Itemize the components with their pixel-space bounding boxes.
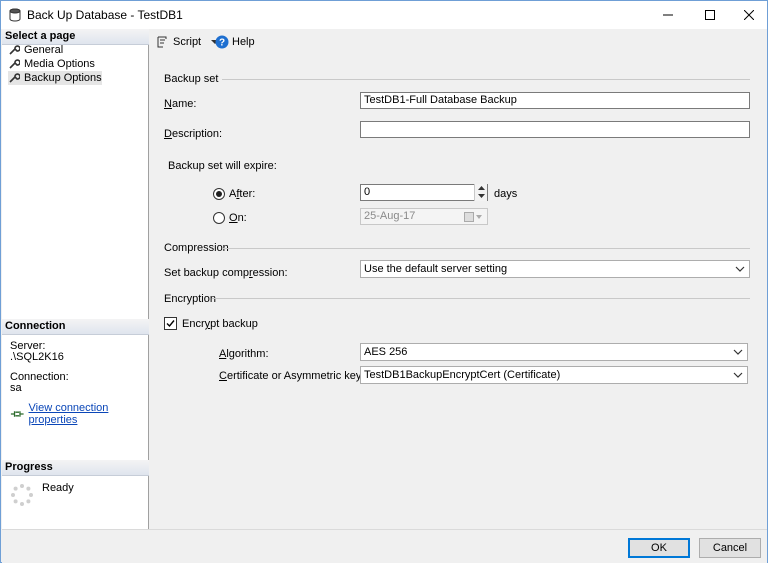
compression-header: Compression [164,242,229,254]
checkmark-icon [166,320,175,328]
script-label: Script [173,36,202,48]
toolbar: Script ? Help [150,29,767,55]
help-icon: ? [215,35,229,49]
button-bar: OK Cancel [2,529,767,563]
progress-spinner-icon [11,484,33,506]
connection-header: Connection [2,319,149,335]
days-label: days [494,188,518,200]
connection-properties-icon [10,411,24,417]
page-item-backup-options[interactable]: Backup Options [8,71,102,85]
minimize-button[interactable] [651,1,685,29]
description-label: Description: [164,128,223,140]
script-button[interactable]: Script [155,34,220,50]
radio-selected-dot [216,191,222,197]
name-label: Name: [164,98,197,110]
page-item-label: Media Options [24,58,95,70]
database-icon [9,8,21,22]
name-field[interactable]: TestDB1-Full Database Backup [360,92,750,109]
window-title: Back Up Database - TestDB1 [27,8,183,22]
compression-select[interactable]: Use the default server setting [360,260,750,278]
after-radio[interactable] [213,188,225,200]
backup-set-header: Backup set [164,73,219,85]
certificate-value: TestDB1BackupEncryptCert (Certificate) [364,369,561,381]
wrench-icon [9,59,20,69]
close-icon [744,10,754,20]
right-pane: Script ? Help Backup set Name: TestDB1-F… [150,29,767,529]
maximize-button[interactable] [693,1,727,29]
page-item-media-options[interactable]: Media Options [8,57,95,71]
wrench-icon [9,45,20,55]
certificate-label: Certificate or Asymmetric key: [219,370,365,382]
encryption-header: Encryption [164,293,216,305]
progress-status: Ready [42,482,74,494]
encrypt-checkbox[interactable] [164,317,177,330]
svg-text:?: ? [219,38,225,49]
chevron-down-icon [733,349,743,355]
after-label: After: [229,188,256,200]
description-field[interactable] [360,121,750,138]
compression-label: Set backup compression: [164,267,288,279]
chevron-down-icon [733,372,743,378]
view-connection-properties[interactable]: View connection properties [10,402,148,426]
algorithm-select[interactable]: AES 256 [360,343,748,361]
title-bar: Back Up Database - TestDB1 [1,1,767,29]
help-button[interactable]: ? Help [215,34,255,50]
algorithm-value: AES 256 [364,346,408,358]
wrench-icon [9,73,20,83]
compression-value: Use the default server setting [364,263,508,275]
progress-header: Progress [2,460,149,476]
maximize-icon [705,10,715,20]
calendar-dropdown-icon[interactable] [464,212,482,222]
certificate-select[interactable]: TestDB1BackupEncryptCert (Certificate) [360,366,748,384]
spin-up-icon[interactable] [475,184,487,192]
after-days-field[interactable]: 0 [360,184,488,201]
page-item-label: General [24,44,64,56]
on-radio[interactable] [213,212,225,224]
group-divider [222,79,750,80]
days-spinner[interactable] [474,184,487,201]
server-value: .\SQL2K16 [10,351,64,363]
help-label: Help [232,36,255,48]
chevron-down-icon [735,266,745,272]
encrypt-label: Encrypt backup [182,318,258,330]
cancel-button[interactable]: Cancel [699,538,761,558]
script-icon [157,36,167,48]
backup-database-dialog: Back Up Database - TestDB1 Select a page… [0,0,768,563]
left-pane: Select a page General Media Options Back… [2,29,149,529]
expire-label: Backup set will expire: [168,160,277,172]
connection-value: sa [10,382,22,394]
ok-button[interactable]: OK [628,538,690,558]
page-item-label: Backup Options [24,72,102,84]
view-connection-link[interactable]: View connection properties [29,402,149,426]
on-label: On: [229,212,247,224]
group-divider [222,248,750,249]
close-button[interactable] [732,1,766,29]
spin-down-icon[interactable] [475,192,487,200]
group-divider [212,298,750,299]
algorithm-label: Algorithm: [219,348,269,360]
minimize-icon [663,14,673,16]
page-item-general[interactable]: General [8,43,63,57]
